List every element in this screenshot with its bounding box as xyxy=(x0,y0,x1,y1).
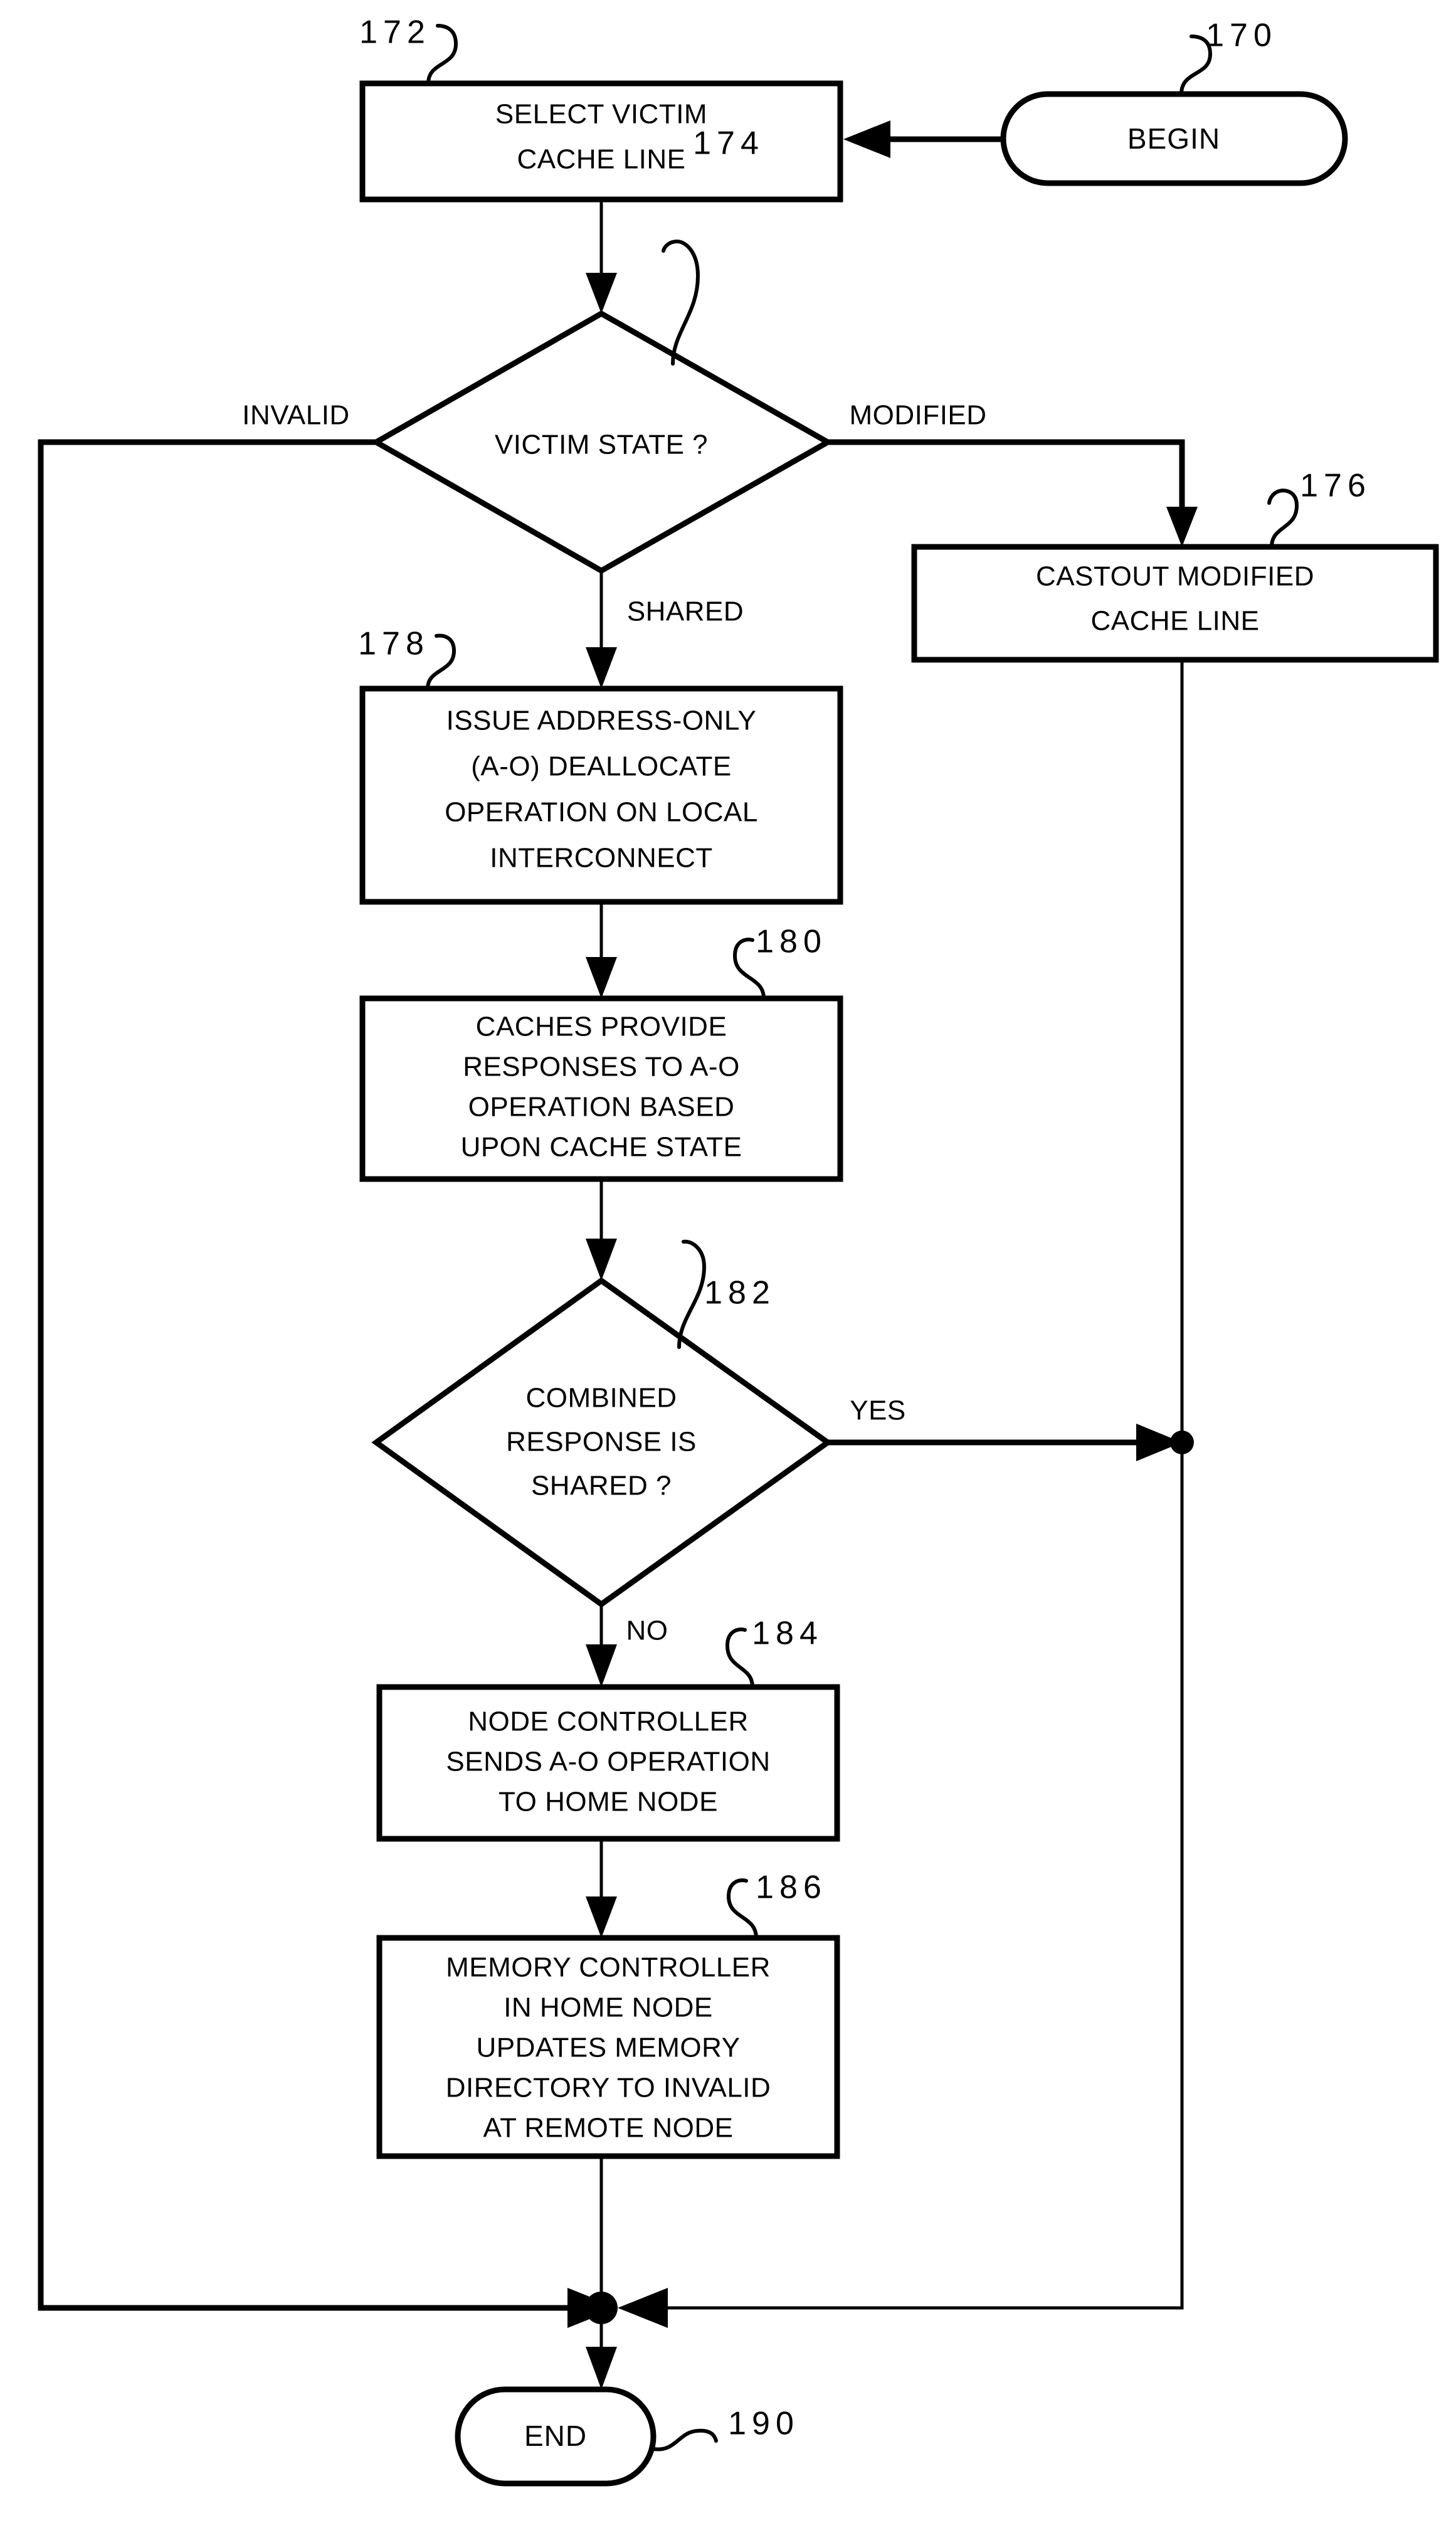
ref-182: 182 xyxy=(704,1275,776,1311)
edge-label-no: NO xyxy=(626,1616,668,1646)
ref-178: 178 xyxy=(358,626,430,662)
edge-label-shared: SHARED xyxy=(627,596,744,627)
caches-line4: UPON CACHE STATE xyxy=(461,1132,742,1163)
memctl-line1: MEMORY CONTROLLER xyxy=(446,1952,771,1983)
caches-line1: CACHES PROVIDE xyxy=(476,1012,727,1042)
ref-186: 186 xyxy=(756,1870,827,1906)
leader-184 xyxy=(725,1627,754,1689)
ref-180: 180 xyxy=(756,924,827,960)
castout-line1: CASTOUT MODIFIED xyxy=(1036,561,1314,592)
node-caches-provide-responses[interactable]: CACHES PROVIDE RESPONSES TO A-O OPERATIO… xyxy=(359,995,843,1182)
ref-172: 172 xyxy=(359,14,431,51)
arrowhead-begin-to-select xyxy=(843,120,890,158)
arrowhead-rail-to-join xyxy=(618,2288,668,2328)
combined-line3: SHARED ? xyxy=(531,1471,672,1501)
node-combined-response-decision[interactable]: COMBINED RESPONSE IS SHARED ? xyxy=(371,1277,833,1608)
edge-label-modified: MODIFIED xyxy=(849,400,986,431)
figure-page: BEGIN SELECT VICTIM CACHE LINE VICTIM ST… xyxy=(0,0,1456,2523)
begin-label: BEGIN xyxy=(1127,122,1220,155)
junction-dot-bottom xyxy=(585,2292,618,2324)
edge-label-yes: YES xyxy=(850,1395,906,1426)
leader-178 xyxy=(426,633,456,690)
flowchart-canvas: BEGIN SELECT VICTIM CACHE LINE VICTIM ST… xyxy=(38,14,1439,2487)
caches-line3: OPERATION BASED xyxy=(468,1092,735,1123)
combined-line2: RESPONSE IS xyxy=(506,1427,697,1457)
nodectl-line2: SENDS A-O OPERATION xyxy=(446,1747,770,1777)
arrowhead-nodectl-to-memctl xyxy=(586,1896,617,1938)
castout-line2: CACHE LINE xyxy=(1090,606,1259,637)
leader-182 xyxy=(677,1239,707,1349)
node-castout-modified-cache-line[interactable]: CASTOUT MODIFIED CACHE LINE xyxy=(911,544,1439,663)
end-label: END xyxy=(524,2420,587,2452)
arrowhead-shared-to-issue xyxy=(586,647,617,689)
ref-190: 190 xyxy=(728,2406,799,2442)
issue-ao-line1: ISSUE ADDRESS-ONLY xyxy=(446,706,757,736)
arrowhead-issue-to-caches xyxy=(586,957,617,998)
leader-186 xyxy=(726,1878,758,1940)
memctl-line4: DIRECTORY TO INVALID xyxy=(446,2073,771,2103)
leader-172 xyxy=(426,24,458,85)
leader-176 xyxy=(1267,489,1299,549)
arrowhead-join-to-end xyxy=(586,2347,617,2389)
victim-state-label: VICTIM STATE ? xyxy=(495,430,708,460)
node-memory-controller[interactable]: MEMORY CONTROLLER IN HOME NODE UPDATES M… xyxy=(376,1935,840,2159)
memctl-line3: UPDATES MEMORY xyxy=(477,2033,741,2063)
nodectl-line1: NODE CONTROLLER xyxy=(468,1706,749,1737)
nodectl-line3: TO HOME NODE xyxy=(499,1787,718,1817)
combined-line1: COMBINED xyxy=(525,1383,677,1414)
issue-ao-line3: OPERATION ON LOCAL xyxy=(445,797,758,828)
arrowhead-no-to-nodecontroller xyxy=(586,1644,617,1687)
caches-line2: RESPONSES TO A-O xyxy=(463,1052,740,1082)
leader-190 xyxy=(652,2428,718,2452)
memctl-line2: IN HOME NODE xyxy=(504,1992,713,2023)
memctl-line5: AT REMOTE NODE xyxy=(483,2113,734,2144)
node-begin[interactable]: BEGIN xyxy=(1000,91,1348,186)
ref-184: 184 xyxy=(752,1616,823,1652)
node-select-victim-cache-line[interactable]: SELECT VICTIM CACHE LINE xyxy=(359,80,843,203)
ref-170: 170 xyxy=(1206,18,1277,54)
issue-ao-line2: (A-O) DEALLOCATE xyxy=(471,751,731,782)
arrowhead-caches-to-combined xyxy=(586,1239,617,1281)
node-node-controller[interactable]: NODE CONTROLLER SENDS A-O OPERATION TO H… xyxy=(376,1684,840,1842)
ref-174: 174 xyxy=(693,125,764,162)
edge-label-invalid: INVALID xyxy=(242,400,349,431)
node-end[interactable]: END xyxy=(455,2386,657,2487)
issue-ao-line4: INTERCONNECT xyxy=(490,843,713,874)
select-victim-line1: SELECT VICTIM xyxy=(495,99,707,130)
ref-176: 176 xyxy=(1300,468,1371,504)
node-victim-state-decision[interactable]: VICTIM STATE ? xyxy=(370,310,834,574)
arrowhead-modified-to-castout xyxy=(1166,507,1198,547)
edge-modified-to-castout xyxy=(828,439,1185,521)
arrowhead-select-to-victimstate xyxy=(586,273,617,314)
node-issue-address-only[interactable]: ISSUE ADDRESS-ONLY (A-O) DEALLOCATE OPER… xyxy=(359,685,843,905)
select-victim-line2: CACHE LINE xyxy=(517,144,685,175)
leader-174 xyxy=(662,239,700,366)
